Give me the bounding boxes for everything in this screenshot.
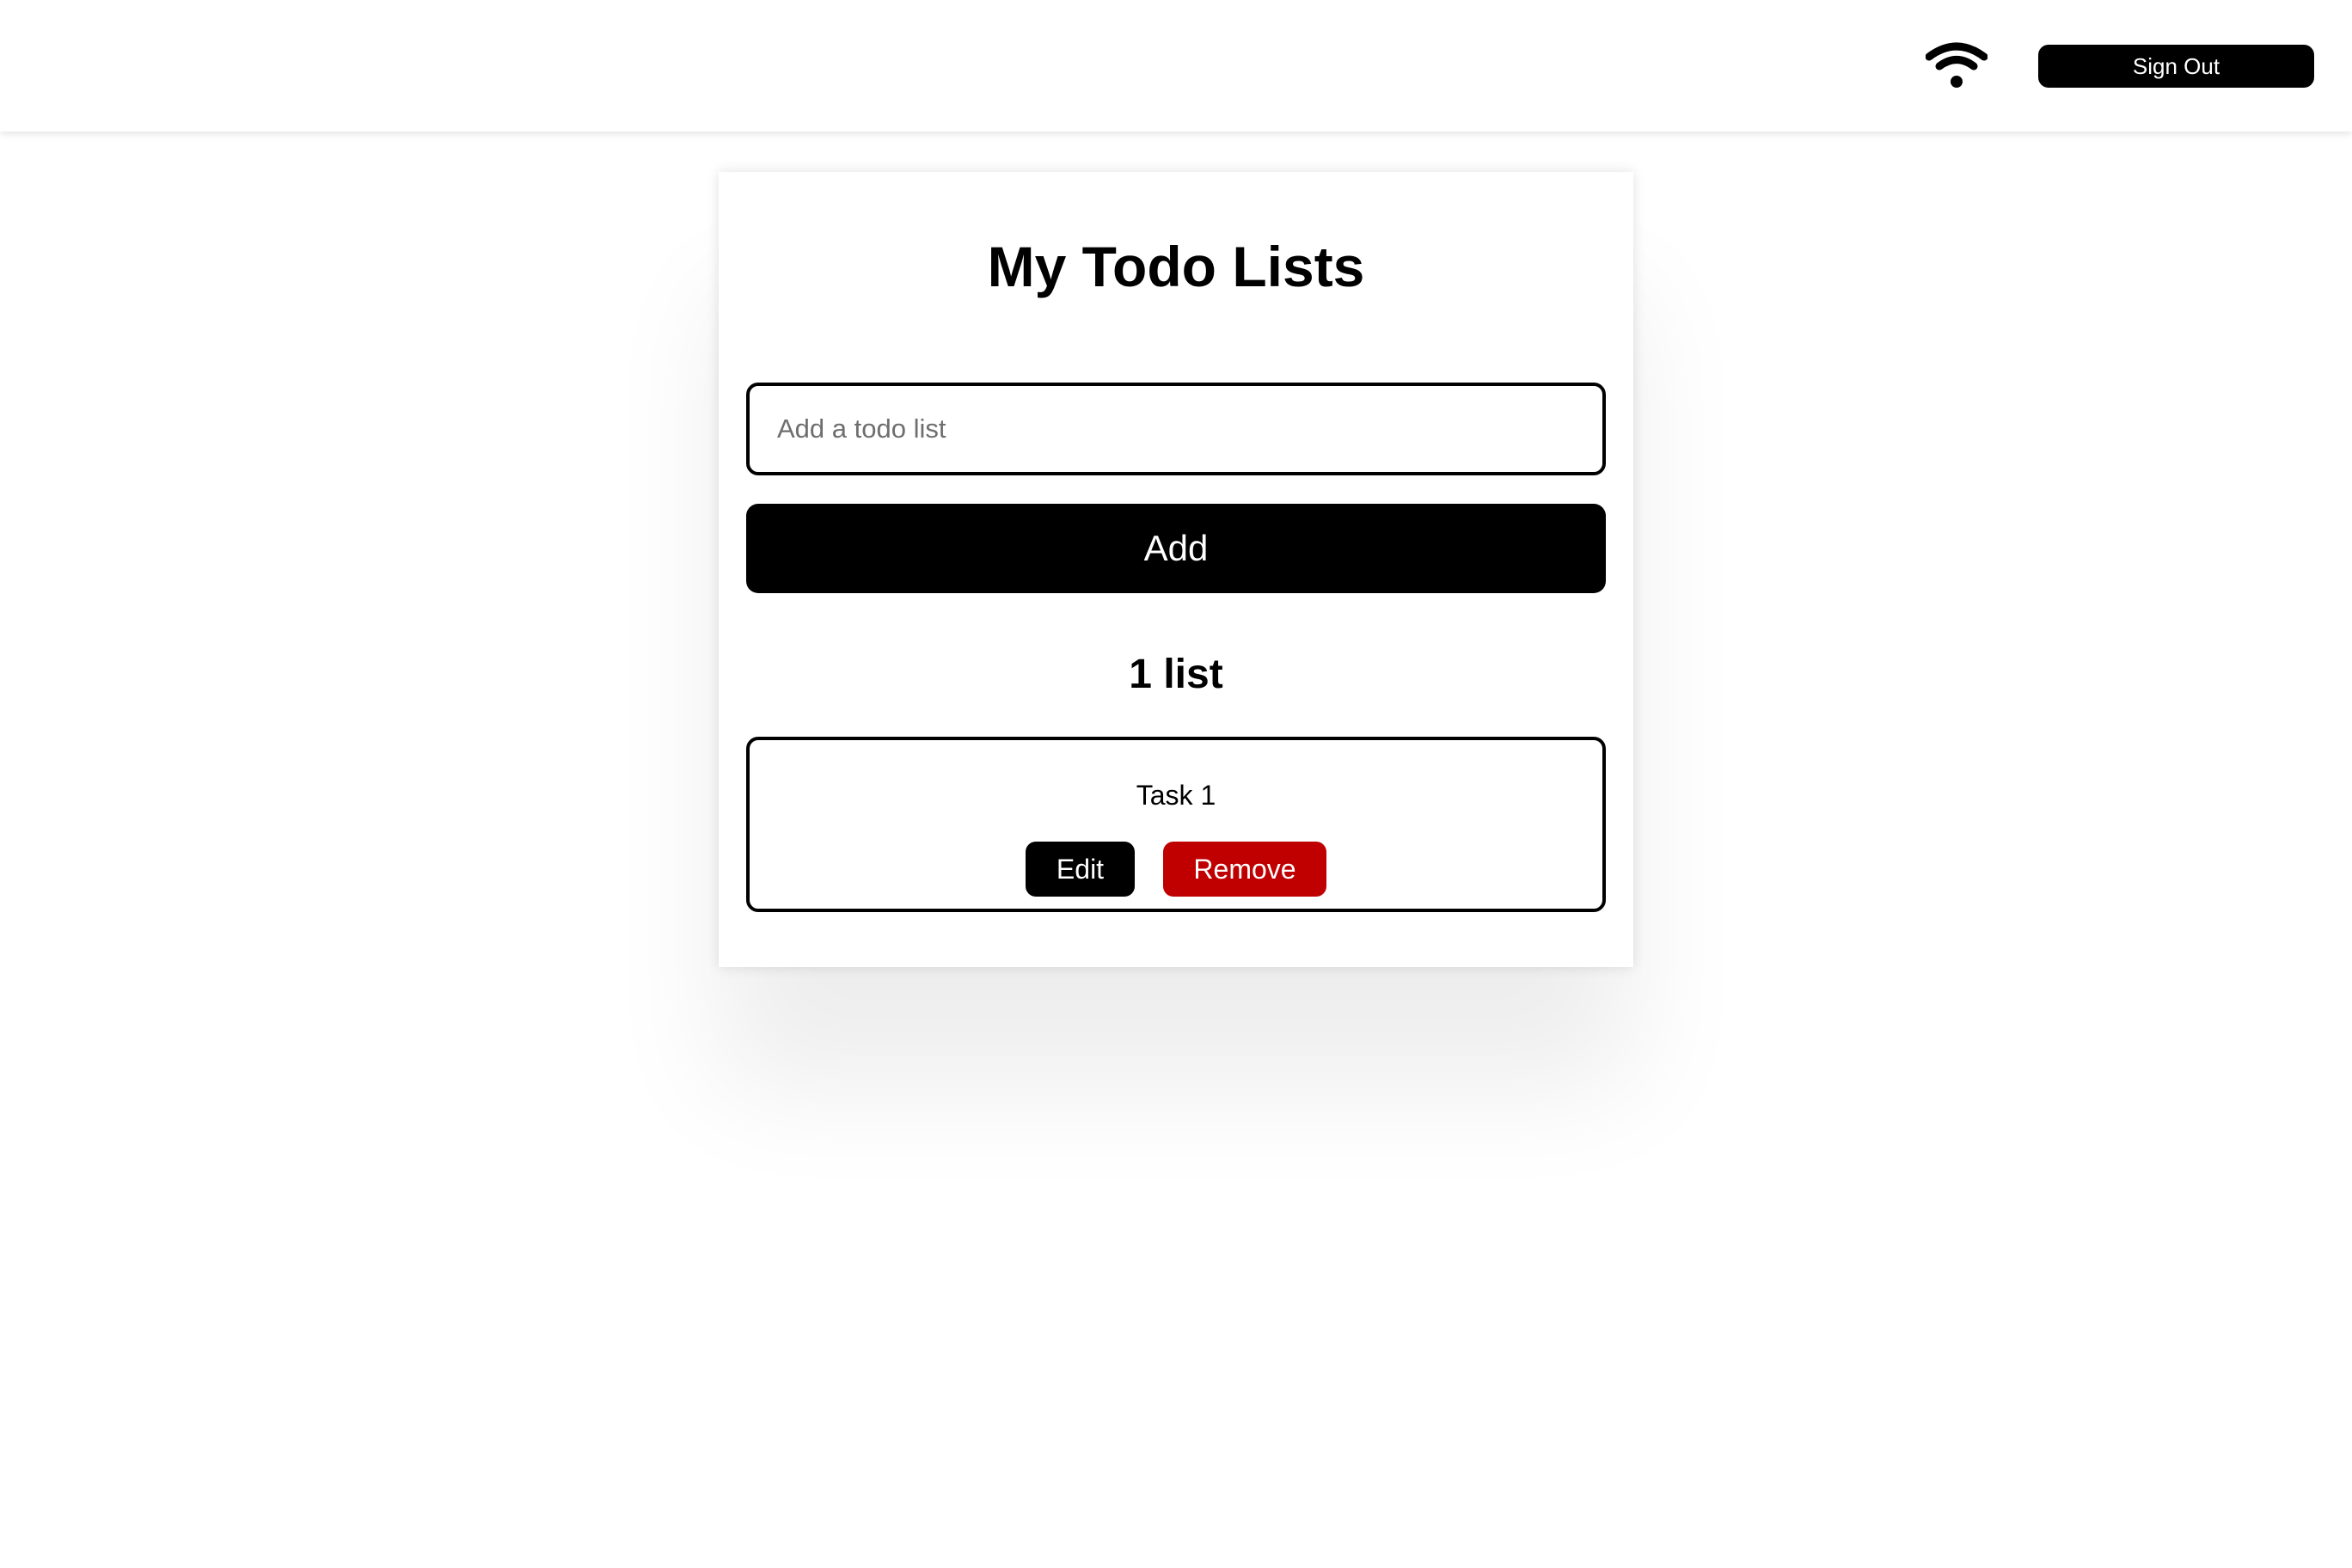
todo-card: My Todo Lists Add 1 list Task 1 Edit Rem… — [719, 172, 1633, 967]
top-header: Sign Out — [0, 0, 2352, 132]
list-item: Task 1 Edit Remove — [746, 737, 1606, 912]
remove-button[interactable]: Remove — [1163, 842, 1326, 897]
add-button[interactable]: Add — [746, 504, 1606, 593]
list-count: 1 list — [1129, 652, 1223, 697]
list-item-title: Task 1 — [1136, 780, 1216, 811]
sign-out-button[interactable]: Sign Out — [2038, 45, 2314, 88]
add-todo-list-input[interactable] — [746, 383, 1606, 475]
edit-button[interactable]: Edit — [1026, 842, 1135, 897]
wifi-icon — [1926, 42, 1988, 88]
page-title: My Todo Lists — [987, 235, 1365, 298]
